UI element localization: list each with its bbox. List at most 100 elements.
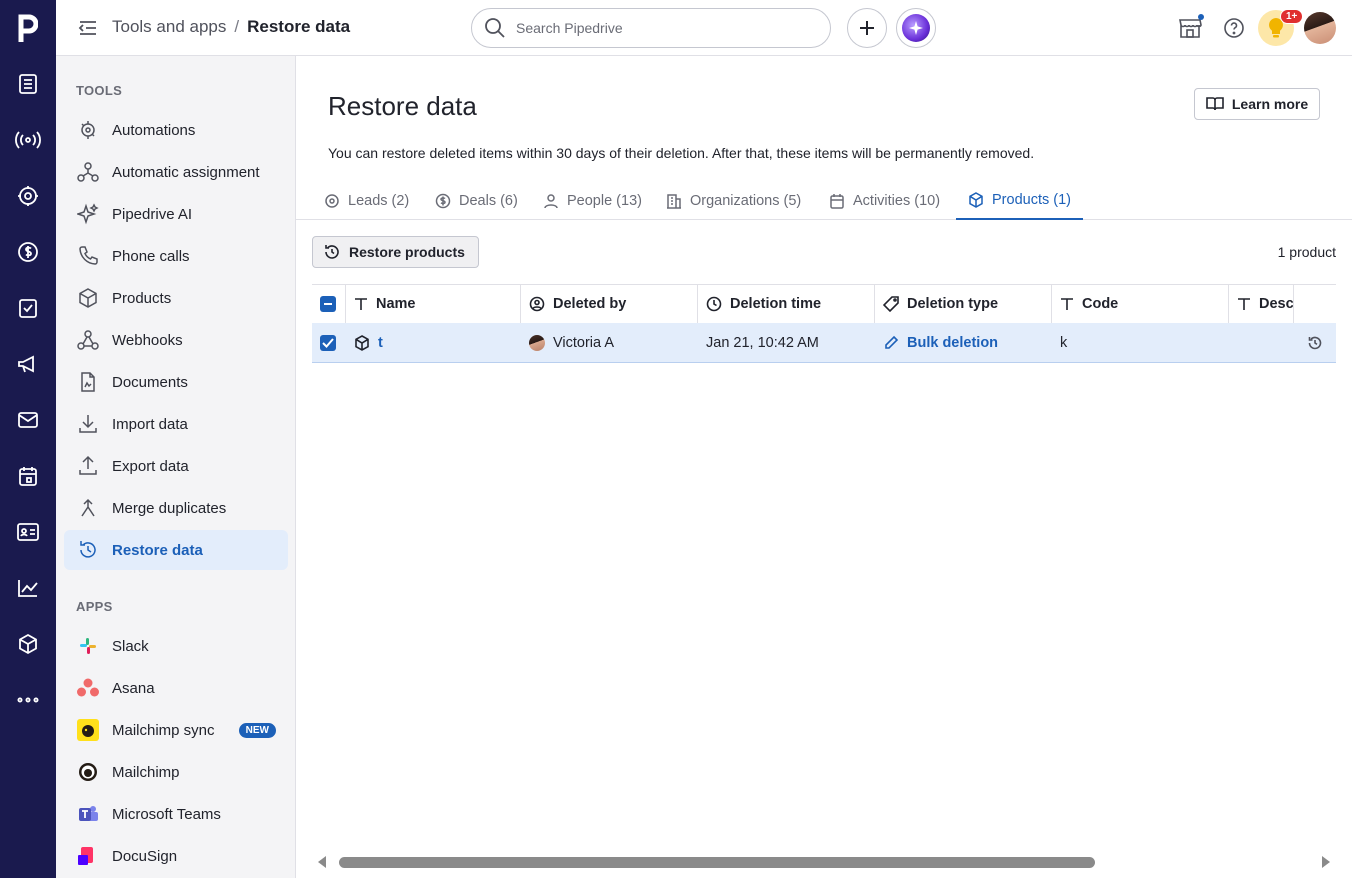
- quick-add-button[interactable]: [847, 8, 887, 48]
- sidebar-item-label: Microsoft Teams: [112, 805, 221, 823]
- tab-organizations[interactable]: Organizations (5): [654, 182, 813, 220]
- tools-section-title: TOOLS: [76, 83, 123, 98]
- sidebar-item-automations[interactable]: Automations: [64, 110, 288, 150]
- sidebar-item-mailchimp[interactable]: Mailchimp: [64, 752, 288, 792]
- sidebar-item-label: Automatic assignment: [112, 163, 260, 181]
- sidebar-item-label: Asana: [112, 679, 155, 697]
- column-header-deletion-time[interactable]: Deletion time: [698, 285, 875, 323]
- tag-icon: [883, 296, 899, 312]
- column-label: Deleted by: [553, 296, 627, 312]
- restore-products-button[interactable]: Restore products: [312, 236, 479, 268]
- cell-deletion-type: Bulk deletion: [875, 323, 1052, 362]
- column-label: Code: [1082, 296, 1119, 312]
- products-box-icon[interactable]: [14, 630, 42, 658]
- tab-deals[interactable]: Deals (6): [423, 182, 530, 220]
- automations-icon: [76, 118, 100, 142]
- sidebar-item-mailchimp-sync[interactable]: Mailchimp sync NEW: [64, 710, 288, 750]
- pipedrive-logo[interactable]: [0, 0, 56, 56]
- tab-label: People (13): [567, 193, 642, 209]
- horizontal-scrollbar[interactable]: [312, 853, 1336, 871]
- cell-name: t: [346, 323, 521, 362]
- breadcrumb-parent-link[interactable]: Tools and apps: [112, 17, 226, 37]
- collapse-menu-icon[interactable]: [76, 16, 100, 40]
- sidebar-item-documents[interactable]: Documents: [64, 362, 288, 402]
- sidebar-item-label: Phone calls: [112, 247, 190, 265]
- sidebar-item-webhooks[interactable]: Webhooks: [64, 320, 288, 360]
- restore-row-button[interactable]: [1294, 323, 1336, 362]
- column-header-code[interactable]: Code: [1052, 285, 1229, 323]
- deletion-time-value: Jan 21, 10:42 AM: [706, 334, 819, 351]
- deals-target-icon[interactable]: [14, 182, 42, 210]
- row-checkbox[interactable]: [312, 323, 346, 362]
- select-all-checkbox[interactable]: [312, 285, 346, 323]
- sidebar-item-label: DocuSign: [112, 847, 178, 865]
- column-header-deletion-type[interactable]: Deletion type: [875, 285, 1052, 323]
- sidebar-item-label: Export data: [112, 457, 189, 475]
- contacts-card-icon[interactable]: [14, 518, 42, 546]
- activities-clipboard-icon[interactable]: [14, 294, 42, 322]
- tab-activities[interactable]: Activities (10): [817, 182, 952, 220]
- sidebar-item-microsoft-teams[interactable]: Microsoft Teams: [64, 794, 288, 834]
- breadcrumb-separator: /: [234, 17, 240, 36]
- tab-products[interactable]: Products (1): [956, 182, 1083, 220]
- plus-icon: [860, 21, 874, 35]
- sidebar-item-phone-calls[interactable]: Phone calls: [64, 236, 288, 276]
- column-header-deleted-by[interactable]: Deleted by: [521, 285, 698, 323]
- dollar-icon[interactable]: [14, 238, 42, 266]
- top-bar: Tools and apps / Restore data 1+: [56, 0, 1352, 56]
- insights-chart-icon[interactable]: [14, 574, 42, 602]
- help-icon[interactable]: [1220, 14, 1248, 42]
- sidebar-item-asana[interactable]: Asana: [64, 668, 288, 708]
- sidebar-item-export-data[interactable]: Export data: [64, 446, 288, 486]
- clock-icon: [706, 296, 722, 312]
- column-label: Deletion type: [907, 296, 999, 312]
- table-row[interactable]: t Victoria A Jan 21, 10:42 AM Bulk delet…: [312, 323, 1336, 363]
- sidebar-item-pipedrive-ai[interactable]: Pipedrive AI: [64, 194, 288, 234]
- page-description: You can restore deleted items within 30 …: [328, 145, 1035, 161]
- deletion-type-link[interactable]: Bulk deletion: [907, 335, 998, 351]
- sidebar-item-label: Mailchimp sync: [112, 721, 215, 739]
- scroll-right-arrow-icon[interactable]: [1320, 855, 1332, 869]
- sidebar-item-automatic-assignment[interactable]: Automatic assignment: [64, 152, 288, 192]
- user-avatar[interactable]: [1304, 12, 1336, 44]
- product-name-link[interactable]: t: [378, 335, 383, 351]
- sidebar-item-import-data[interactable]: Import data: [64, 404, 288, 444]
- more-dots-icon[interactable]: [14, 686, 42, 714]
- teams-icon: [76, 802, 100, 826]
- sidebar-item-slack[interactable]: Slack: [64, 626, 288, 666]
- leads-inbox-icon[interactable]: [14, 70, 42, 98]
- search-input[interactable]: [516, 20, 806, 36]
- assignment-icon: [76, 160, 100, 184]
- sidebar-item-merge-duplicates[interactable]: Merge duplicates: [64, 488, 288, 528]
- ai-assistant-button[interactable]: [896, 8, 936, 48]
- column-header-description[interactable]: Desc: [1229, 285, 1294, 323]
- dollar-icon: [435, 193, 451, 209]
- tab-label: Products (1): [992, 192, 1071, 208]
- book-icon: [1206, 97, 1224, 111]
- calendar-icon[interactable]: [14, 462, 42, 490]
- scrollbar-thumb[interactable]: [339, 857, 1095, 868]
- learn-more-label: Learn more: [1231, 96, 1309, 112]
- docusign-icon: [76, 844, 100, 868]
- column-header-name[interactable]: Name: [346, 285, 521, 323]
- scroll-left-arrow-icon[interactable]: [316, 855, 328, 869]
- tab-leads[interactable]: Leads (2): [312, 182, 421, 220]
- webhook-icon: [76, 328, 100, 352]
- sidebar-item-products[interactable]: Products: [64, 278, 288, 318]
- campaigns-signal-icon[interactable]: [14, 126, 42, 154]
- tab-label: Organizations (5): [690, 193, 802, 209]
- tab-people[interactable]: People (13): [531, 182, 654, 220]
- search-bar[interactable]: [471, 8, 831, 48]
- deleted-products-table: Name Deleted by Deletion time Deletion t…: [312, 284, 1336, 364]
- mail-icon[interactable]: [14, 406, 42, 434]
- sidebar-item-docusign[interactable]: DocuSign: [64, 836, 288, 876]
- pencil-icon: [885, 335, 899, 349]
- marketplace-store-icon[interactable]: [1176, 14, 1204, 42]
- learn-more-button[interactable]: Learn more: [1194, 88, 1320, 120]
- search-icon: [485, 18, 505, 38]
- person-icon: [544, 194, 558, 209]
- megaphone-icon[interactable]: [14, 350, 42, 378]
- sidebar-item-restore-data[interactable]: Restore data: [64, 530, 288, 570]
- restore-icon: [76, 538, 100, 562]
- app-rail: [0, 0, 56, 878]
